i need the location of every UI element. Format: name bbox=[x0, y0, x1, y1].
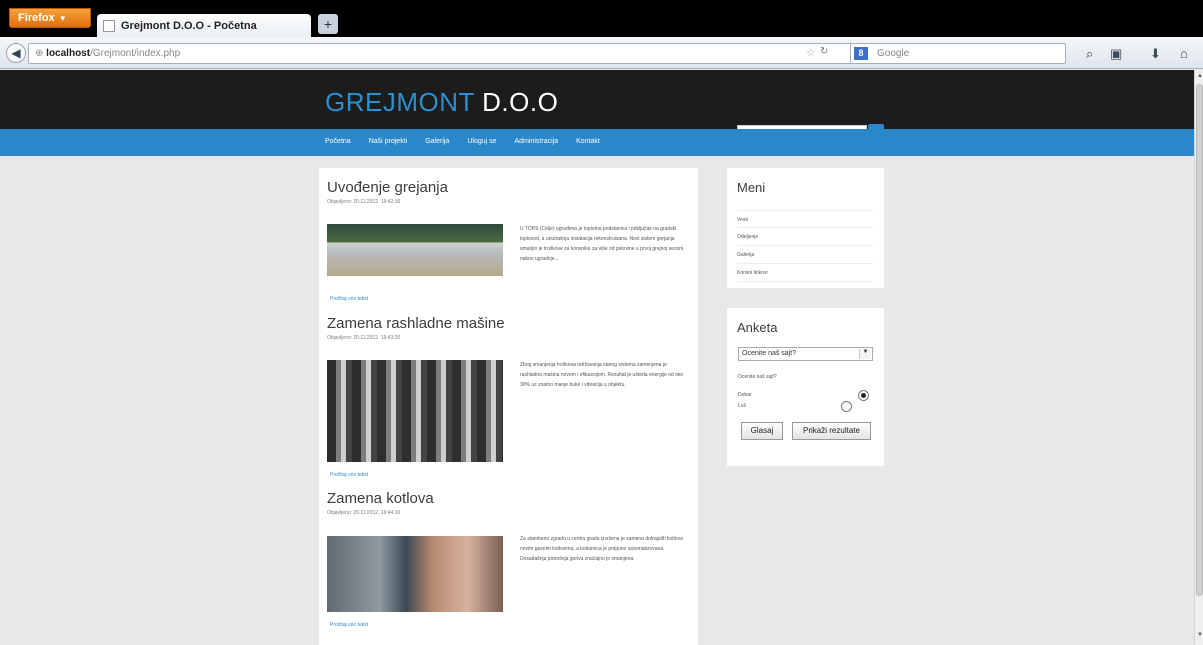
sidebar-menu-item[interactable]: Vesti bbox=[737, 210, 873, 228]
new-tab-button[interactable]: + bbox=[318, 14, 338, 34]
poll-radio-good[interactable] bbox=[858, 390, 869, 401]
firefox-menu-button[interactable]: Firefox ▼ bbox=[9, 8, 91, 28]
main-menu-bar: Početna Naši projekti Galerija Uloguj se… bbox=[0, 129, 1194, 156]
chevron-down-icon: ▼ bbox=[859, 349, 871, 359]
nav-item-administracija[interactable]: Administracija bbox=[515, 138, 559, 145]
scroll-thumb[interactable] bbox=[1196, 84, 1203, 596]
poll-title: Anketa bbox=[737, 320, 778, 335]
globe-icon: ⊕ bbox=[35, 48, 47, 59]
reload-icon[interactable]: ↻ bbox=[820, 46, 828, 57]
article-image[interactable] bbox=[327, 224, 503, 276]
article-title[interactable]: Zamena kotlova bbox=[327, 490, 434, 507]
sidebar-menu-item[interactable]: Galerija bbox=[737, 246, 873, 264]
article-heading: Zamena rashladne mašine Objavljeno: 20.1… bbox=[327, 315, 505, 341]
poll-radio-bad[interactable] bbox=[841, 401, 852, 412]
article-image[interactable] bbox=[327, 360, 503, 462]
article-excerpt: Za stambenu zgradu u centru grada izvrše… bbox=[520, 536, 683, 562]
bookmark-star-icon[interactable]: ☆ bbox=[806, 46, 816, 59]
search-engine-icon[interactable]: 8 bbox=[854, 47, 868, 60]
article-date: Objavljeno: 20.11.2012. 19:43:20 bbox=[327, 335, 401, 341]
nav-item-pocetna[interactable]: Početna bbox=[325, 138, 351, 145]
download-icon[interactable]: ⬇ bbox=[1150, 46, 1161, 62]
chevron-down-icon: ▼ bbox=[58, 14, 67, 23]
sidebar-menu-item[interactable]: Korisni linkovi bbox=[737, 264, 873, 282]
main-menu: Početna Naši projekti Galerija Uloguj se… bbox=[325, 138, 600, 145]
article-image[interactable] bbox=[327, 536, 503, 612]
poll-option-label: Loš bbox=[738, 403, 747, 409]
article-date: Objavljeno: 20.11.2012. 19:42:36 bbox=[327, 199, 401, 205]
home-icon[interactable]: ⌂ bbox=[1180, 46, 1188, 61]
browser-tab[interactable]: Grejmont D.O.O - Početna bbox=[97, 14, 311, 37]
url-bar[interactable]: ⊕ localhost/Grejmont/index.php bbox=[28, 43, 860, 64]
read-more-link[interactable]: Pročitaj ceo tekst bbox=[330, 472, 368, 478]
site-logo[interactable]: GREJMONT D.O.O bbox=[325, 87, 558, 118]
article-title[interactable]: Zamena rashladne mašine bbox=[327, 315, 505, 332]
article-title[interactable]: Uvođenje grejanja bbox=[327, 179, 448, 196]
article-excerpt: U TOPS (Celje) ugrađena je toplotna pods… bbox=[520, 226, 684, 262]
article-excerpt: Zbog smanjenja troškova održavanja staro… bbox=[520, 362, 684, 388]
browser-search-input[interactable]: 8 Google bbox=[850, 43, 1066, 64]
back-button[interactable]: ◀ bbox=[6, 43, 26, 63]
scroll-up-icon[interactable]: ▲ bbox=[1197, 73, 1203, 79]
url-path: /Grejmont/index.php bbox=[90, 48, 181, 59]
sidebar-menu-item[interactable]: Odeljenje bbox=[737, 228, 873, 246]
poll-question: Ocenite naš sajt? bbox=[738, 374, 777, 380]
sidebar-menu-box: Meni Vesti Odeljenje Galerija Korisni li… bbox=[727, 168, 884, 288]
page-scrollbar[interactable]: ▲ ▼ bbox=[1194, 70, 1203, 645]
poll-select[interactable]: Ocenite naš sajt? ▼ bbox=[738, 347, 873, 361]
url-host: localhost bbox=[46, 48, 91, 59]
scroll-down-icon[interactable]: ▼ bbox=[1197, 632, 1203, 638]
browser-nav-bar: ◀ ⊕ localhost/Grejmont/index.php ☆ ↻ 8 G… bbox=[0, 37, 1203, 69]
main-content: Uvođenje grejanja Objavljeno: 20.11.2012… bbox=[319, 168, 698, 645]
article-heading: Zamena kotlova Objavljeno: 20.11.2012. 1… bbox=[327, 490, 434, 516]
tab-title: Grejmont D.O.O - Početna bbox=[121, 19, 257, 32]
magnifier-icon[interactable]: ⌕ bbox=[1086, 46, 1093, 62]
poll-box: Anketa Ocenite naš sajt? ▼ Ocenite naš s… bbox=[727, 308, 884, 466]
page-favicon-icon bbox=[103, 19, 115, 32]
site-header: GREJMONT D.O.O bbox=[0, 70, 1194, 129]
nav-item-kontakt[interactable]: Kontakt bbox=[576, 138, 600, 145]
poll-option-label: Dobar bbox=[738, 392, 752, 398]
browser-tab-bar: Firefox ▼ Grejmont D.O.O - Početna + bbox=[0, 0, 1203, 37]
nav-item-login[interactable]: Uloguj se bbox=[467, 138, 496, 145]
bookmarks-icon[interactable]: ▣ bbox=[1110, 46, 1122, 62]
vote-button[interactable]: Glasaj bbox=[741, 422, 783, 440]
sidebar-menu-list: Vesti Odeljenje Galerija Korisni linkovi bbox=[737, 210, 873, 282]
article-date: Objavljeno: 20.11.2012. 19:44:10 bbox=[327, 510, 401, 516]
read-more-link[interactable]: Pročitaj ceo tekst bbox=[330, 622, 368, 628]
results-button[interactable]: Prikaži rezultate bbox=[792, 422, 871, 440]
read-more-link[interactable]: Pročitaj ceo tekst bbox=[330, 296, 368, 302]
article-heading: Uvođenje grejanja Objavljeno: 20.11.2012… bbox=[327, 179, 448, 205]
sidebar-menu-title: Meni bbox=[737, 180, 766, 195]
search-placeholder: Google bbox=[877, 48, 910, 59]
nav-item-projekti[interactable]: Naši projekti bbox=[369, 138, 408, 145]
nav-item-galerija[interactable]: Galerija bbox=[425, 138, 449, 145]
